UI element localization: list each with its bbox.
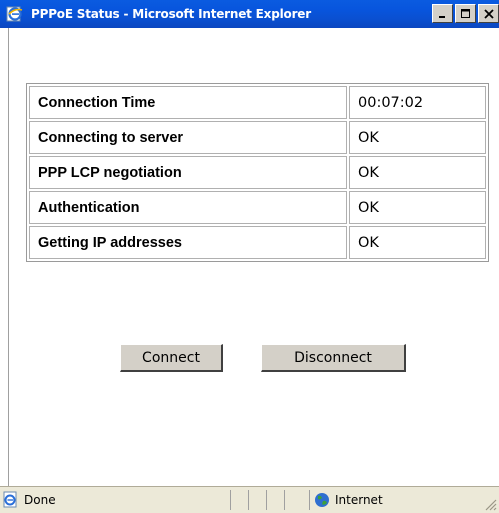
table-row: Connection Time 00:07:02: [29, 86, 486, 119]
table-row: Connecting to server OK: [29, 121, 486, 154]
maximize-button[interactable]: [455, 4, 476, 23]
ie-icon: [5, 4, 25, 24]
table-row: Getting IP addresses OK: [29, 226, 486, 259]
ie-page-icon: [3, 491, 17, 508]
row-label: Connecting to server: [29, 121, 347, 154]
minimize-button[interactable]: [432, 4, 453, 23]
row-label: Getting IP addresses: [29, 226, 347, 259]
table-row: Authentication OK: [29, 191, 486, 224]
minimize-icon: [438, 15, 445, 18]
status-panel: [248, 490, 266, 510]
connect-button[interactable]: Connect: [120, 344, 223, 372]
row-label: Connection Time: [29, 86, 347, 119]
table-row: PPP LCP negotiation OK: [29, 156, 486, 189]
window-title: PPPoE Status - Microsoft Internet Explor…: [31, 7, 311, 21]
page-content: Connection Time 00:07:02 Connecting to s…: [8, 28, 499, 486]
row-label: PPP LCP negotiation: [29, 156, 347, 189]
disconnect-button[interactable]: Disconnect: [261, 344, 406, 372]
close-icon: [483, 8, 494, 19]
row-value: OK: [349, 121, 486, 154]
row-label: Authentication: [29, 191, 347, 224]
row-value: OK: [349, 226, 486, 259]
zone-label: Internet: [335, 493, 383, 507]
status-bar: Done Internet: [0, 486, 499, 513]
maximize-icon: [460, 8, 470, 18]
status-table: Connection Time 00:07:02 Connecting to s…: [26, 83, 489, 262]
row-value: OK: [349, 156, 486, 189]
resize-grip-icon[interactable]: [483, 497, 497, 511]
row-value: OK: [349, 191, 486, 224]
status-text: Done: [24, 493, 56, 507]
status-panel: [266, 490, 284, 510]
title-bar[interactable]: PPPoE Status - Microsoft Internet Explor…: [0, 0, 499, 28]
status-panel: [284, 490, 309, 510]
security-zone[interactable]: Internet: [309, 490, 459, 510]
close-button[interactable]: [478, 4, 499, 23]
row-value: 00:07:02: [349, 86, 486, 119]
globe-icon: [315, 493, 329, 507]
window-controls: [430, 4, 499, 23]
status-panel: [230, 490, 248, 510]
status-text-panel: Done: [2, 490, 230, 510]
